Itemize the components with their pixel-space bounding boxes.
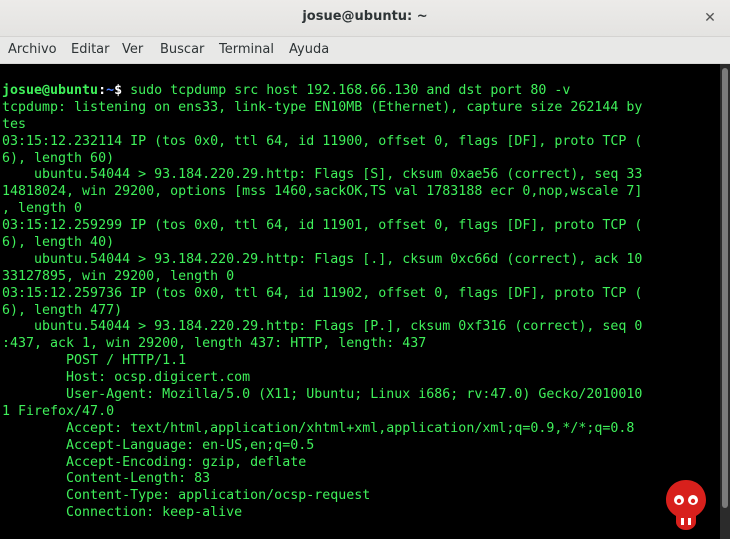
output-line: 33127895, win 29200, length 0 bbox=[2, 268, 235, 284]
output-line: Host: ocsp.digicert.com bbox=[2, 370, 251, 386]
output-line: 6), length 40) bbox=[2, 235, 115, 251]
menu-terminal[interactable]: Terminal bbox=[219, 42, 274, 57]
prompt-symbol: $ bbox=[114, 83, 123, 98]
output-line: 14818024, win 29200, options [mss 1460,s… bbox=[2, 184, 643, 200]
close-button[interactable]: ✕ bbox=[700, 8, 720, 28]
output-line: 6), length 60) bbox=[2, 150, 115, 166]
output-line: Content-Type: application/ocsp-request bbox=[2, 488, 371, 504]
output-line: Connection: keep-alive bbox=[2, 505, 243, 521]
window-title: josue@ubuntu: ~ bbox=[302, 9, 428, 24]
menu-ayuda[interactable]: Ayuda bbox=[289, 42, 329, 57]
output-line: 1 Firefox/47.0 bbox=[2, 403, 115, 419]
output-line: 03:15:12.259299 IP (tos 0x0, ttl 64, id … bbox=[2, 218, 643, 234]
output-line: Accept: text/html,application/xhtml+xml,… bbox=[2, 420, 635, 436]
prompt-path: ~ bbox=[106, 83, 115, 98]
output-line: 03:15:12.259736 IP (tos 0x0, ttl 64, id … bbox=[2, 285, 643, 301]
logo-icon bbox=[666, 480, 706, 530]
terminal-output[interactable]: josue@ubuntu:~$ sudo tcpdump src host 19… bbox=[0, 64, 720, 539]
menu-buscar[interactable]: Buscar bbox=[160, 42, 204, 57]
scrollbar-thumb[interactable] bbox=[722, 68, 728, 508]
output-line: 6), length 477) bbox=[2, 302, 123, 318]
prompt-command: sudo tcpdump src host 192.168.66.130 and… bbox=[122, 83, 571, 98]
prompt-user-host: josue@ubuntu bbox=[2, 83, 99, 98]
output-line: , length 0 bbox=[2, 201, 83, 217]
menu-editar[interactable]: Editar bbox=[71, 42, 110, 57]
menu-bar: Archivo Editar Ver Buscar Terminal Ayuda bbox=[0, 37, 730, 64]
prompt-separator: : bbox=[98, 83, 107, 98]
output-line: 03:15:12.232114 IP (tos 0x0, ttl 64, id … bbox=[2, 133, 643, 149]
output-line: ubuntu.54044 > 93.184.220.29.http: Flags… bbox=[2, 251, 643, 267]
terminal-lines: josue@ubuntu:~$ sudo tcpdump src host 19… bbox=[2, 83, 642, 522]
output-line: Accept-Language: en-US,en;q=0.5 bbox=[2, 437, 315, 453]
vertical-scrollbar[interactable] bbox=[720, 64, 730, 539]
output-line: User-Agent: Mozilla/5.0 (X11; Ubuntu; Li… bbox=[2, 387, 643, 403]
output-line: Content-Length: 83 bbox=[2, 471, 211, 487]
output-line: tes bbox=[2, 116, 27, 132]
output-line: ubuntu.54044 > 93.184.220.29.http: Flags… bbox=[2, 319, 643, 335]
title-bar[interactable]: josue@ubuntu: ~ ✕ bbox=[0, 0, 730, 37]
output-line: :437, ack 1, win 29200, length 437: HTTP… bbox=[2, 336, 427, 352]
menu-archivo[interactable]: Archivo bbox=[8, 42, 57, 57]
menu-ver[interactable]: Ver bbox=[122, 42, 143, 57]
output-line: Accept-Encoding: gzip, deflate bbox=[2, 454, 307, 470]
output-line: tcpdump: listening on ens33, link-type E… bbox=[2, 99, 643, 115]
output-line: POST / HTTP/1.1 bbox=[2, 353, 187, 369]
terminal-window: josue@ubuntu: ~ ✕ Archivo Editar Ver Bus… bbox=[0, 0, 730, 539]
prompt-line: josue@ubuntu:~$ sudo tcpdump src host 19… bbox=[2, 83, 642, 100]
output-line: ubuntu.54044 > 93.184.220.29.http: Flags… bbox=[2, 167, 643, 183]
